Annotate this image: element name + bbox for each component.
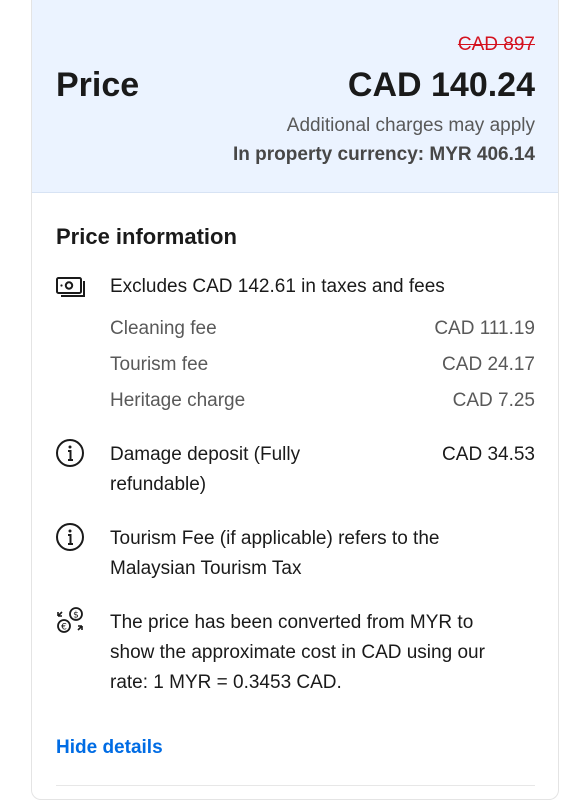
currency-conversion-note: The price has been converted from MYR to… — [110, 608, 485, 698]
property-currency-price: In property currency: MYR 406.14 — [233, 144, 535, 165]
fee-label-heritage: Heritage charge — [110, 390, 246, 411]
svg-text:$: $ — [73, 611, 79, 621]
fee-value-tourism: CAD 24.17 — [442, 354, 535, 375]
fee-label-cleaning: Cleaning fee — [110, 318, 217, 339]
taxes-and-fees-summary: Excludes CAD 142.61 in taxes and fees — [110, 276, 445, 297]
info-icon — [55, 438, 87, 470]
currency-exchange-icon: $ € — [55, 605, 87, 637]
conversion-note-line-2: show the approximate cost in CAD using o… — [110, 642, 485, 663]
money-bills-icon — [55, 272, 87, 304]
divider — [56, 785, 535, 786]
fee-label-tourism: Tourism fee — [110, 354, 209, 375]
price-label: Price — [56, 66, 140, 104]
damage-deposit-line-1: Damage deposit (Fully — [110, 444, 301, 465]
tourism-fee-note: Tourism Fee (if applicable) refers to th… — [110, 524, 439, 584]
tourism-note-line-1: Tourism Fee (if applicable) refers to th… — [110, 528, 440, 549]
price-header: CAD 897 Price CAD 140.24 Additional char… — [32, 0, 558, 193]
tourism-note-line-2: Malaysian Tourism Tax — [110, 558, 302, 579]
hide-details-link[interactable]: Hide details — [56, 737, 163, 759]
fee-value-heritage: CAD 7.25 — [452, 390, 535, 411]
additional-charges-note: Additional charges may apply — [286, 115, 535, 136]
current-price: CAD 140.24 — [347, 66, 535, 104]
svg-text:€: € — [61, 623, 67, 633]
conversion-note-line-3: rate: 1 MYR = 0.3453 CAD. — [110, 672, 342, 693]
info-icon — [55, 522, 87, 554]
original-price: CAD 897 — [457, 34, 535, 55]
damage-deposit-line-2: refundable) — [110, 474, 207, 495]
price-information-title: Price information — [56, 224, 237, 249]
price-details-card: CAD 897 Price CAD 140.24 Additional char… — [31, 0, 559, 800]
fee-value-cleaning: CAD 111.19 — [434, 318, 535, 339]
damage-deposit-value: CAD 34.53 — [442, 444, 535, 465]
damage-deposit-label: Damage deposit (Fully refundable) — [110, 440, 300, 500]
conversion-note-line-1: The price has been converted from MYR to — [110, 612, 474, 633]
